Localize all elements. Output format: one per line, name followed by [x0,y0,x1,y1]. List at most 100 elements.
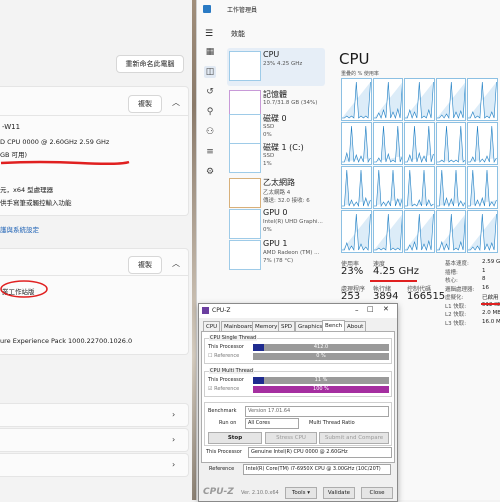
close-icon[interactable]: ✕ [383,305,389,313]
resource-usage: 傳送: 32.0 接收: 6 [263,198,310,204]
detail-value: 已啟用 [482,295,499,301]
utilization-value: 23% [341,266,364,277]
detail-key: 核心: [445,278,458,284]
benchmark-label: Benchmark [208,408,237,414]
resource-detail: AMD Radeon (TM) ... [263,250,320,256]
core-graph [467,122,498,165]
run-on-select[interactable]: All Cores [245,418,299,429]
settings-row[interactable]: › [0,403,189,427]
reference-label-text: Reference [214,353,240,359]
stress-cpu-button[interactable]: Stress CPU [265,432,317,444]
resource-detail: 乙太網路 4 [263,190,291,196]
experience-pack-value: ure Experience Pack 1000.22700.1026.0 [0,337,133,345]
detail-value: 2.59 GH [482,259,500,265]
minimize-icon[interactable]: – [355,306,359,314]
validate-button[interactable]: Validate [323,487,355,499]
stop-button[interactable]: Stop [208,432,262,444]
maximize-icon[interactable]: □ [367,305,374,313]
users-icon[interactable]: ⚇ [204,126,216,138]
detail-value: 16 [482,284,489,291]
resource-item-disk-1[interactable]: 磁碟 1 (C:) SSD 1% [227,140,325,178]
device-spec-card: 複製 ︿ -W11 D CPU 0000 @ 2.60GHz 2.59 GHz … [0,86,189,216]
core-graph [404,122,435,165]
tools-button-label: Tools [291,490,306,496]
this-processor-label: This Processor [208,344,244,350]
core-graph [341,210,372,253]
hamburger-menu-icon[interactable]: ☰ [205,29,213,39]
task-manager-icon [203,5,211,13]
resource-thumbnail [229,51,261,81]
resource-detail: Intel(R) UHD Graphi... [263,219,323,225]
related-settings-link[interactable]: 護與系統設定 [0,224,39,234]
section-title: 效能 [231,30,245,38]
core-graph [467,166,498,209]
resource-item-cpu[interactable]: CPU 23% 4.25 GHz [227,48,325,86]
core-graph [372,78,403,121]
resource-thumbnail [229,209,261,239]
core-graph [467,78,498,121]
cpuz-version: Ver. 2.10.0.x64 [241,490,279,496]
details-icon[interactable]: ≡ [204,146,216,158]
chevron-up-icon[interactable]: ︿ [172,97,180,108]
reference-select[interactable]: Intel(R) Core(TM) i7-6950X CPU @ 3.00GHz… [243,464,391,475]
settings-top-area [0,0,192,34]
settings-row[interactable]: › [0,428,189,452]
core-graph [341,122,372,165]
system-type-value: 元，x64 型處理器 [0,186,54,194]
detail-value: 1 [482,267,486,274]
cpuz-title-bar: CPU-Z – □ ✕ [199,304,397,318]
device-name-value: -W11 [2,123,21,131]
cpuz-app-icon [202,307,209,314]
run-on-label: Run on [219,420,237,426]
graph-label: 重疊的 % 使用率 [341,71,379,77]
performance-icon[interactable]: ◫ [204,66,216,78]
resource-thumbnail [229,178,261,208]
this-processor-field: Genuine Intel(R) CPU 0000 @ 2.60GHz [248,447,392,458]
resource-name: CPU [263,50,280,59]
nav-sidebar: ▦ ◫ ↺ ⚲ ⚇ ≡ ⚙ [197,40,223,340]
services-icon[interactable]: ⚙ [204,166,216,178]
resource-thumbnail [229,143,261,173]
speed-value: 4.25 GHz [373,266,419,277]
ram-value: GB 可用) [0,151,28,159]
processes-icon[interactable]: ▦ [204,46,216,58]
multi-ref-bar: 100 % [253,386,389,393]
core-graph [467,210,498,253]
handles-value: 166515 [407,291,446,302]
core-graph [372,122,403,165]
pen-touch-value: 供手寫筆或觸控輸入功能 [0,199,72,207]
multi-thread-group: CPU Multi Thread This Processor 11 % ☑ R… [204,368,392,397]
detail-key: L3 快取: [445,320,467,327]
red-underline-annotation [481,303,500,305]
processor-value: D CPU 0000 @ 2.60GHz 2.59 GHz [0,138,110,146]
thread-ratio-label: Multi Thread Ratio [309,420,355,426]
submit-compare-button[interactable]: Submit and Compare [319,432,389,444]
resource-usage: 7% (78 °C) [263,258,294,264]
app-history-icon[interactable]: ↺ [204,86,216,98]
resource-name: GPU 1 [263,239,288,248]
detail-key: 邏輯處理器: [445,286,475,293]
tools-button[interactable]: Tools ▾ [285,487,317,499]
close-button[interactable]: Close [361,487,393,499]
rename-pc-button[interactable]: 重新命名此電腦 [116,55,184,73]
cpuz-title: CPU-Z [212,307,231,314]
resource-usage: 1% [263,161,272,167]
chevron-up-icon[interactable]: ︿ [172,258,180,269]
detail-value: 16.0 M [482,318,500,325]
benchmark-version-select[interactable]: Version 17.01.64 [245,406,389,417]
core-graph [404,78,435,121]
resource-usage: 0% [263,227,272,233]
single-this-value: 412.0 [313,344,329,350]
window-title: 工作管理員 [227,7,258,14]
cpuz-window: CPU-Z – □ ✕ CPU Mainboard Memory SPD Graphic… [198,303,398,502]
multi-this-value: 11 % [314,377,328,383]
settings-row[interactable]: › [0,453,189,477]
single-ref-bar: 0 % [253,353,389,360]
copy-button[interactable]: 複製 [128,95,162,113]
detail-key: 基本速度: [445,261,469,267]
core-graph [341,166,372,209]
resource-item-gpu-1[interactable]: GPU 1 AMD Radeon (TM) ... 7% (78 °C) [227,237,325,275]
copy-button[interactable]: 複製 [128,256,162,274]
resource-detail: SSD [263,124,275,130]
startup-icon[interactable]: ⚲ [204,106,216,118]
